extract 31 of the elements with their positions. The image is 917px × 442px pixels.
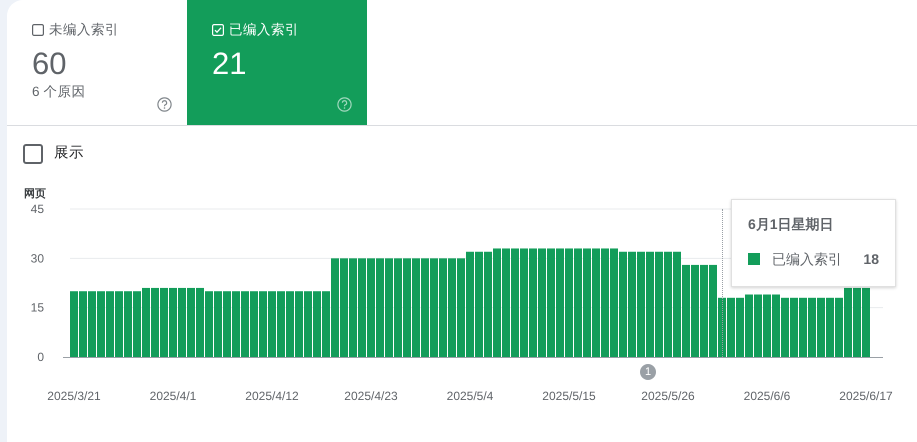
help-icon [157,97,172,112]
y-axis-label: 0 [37,350,44,364]
checkbox-icon [32,24,44,36]
x-axis-label: 2025/6/17 [839,388,893,403]
y-axis-label: 45 [30,202,44,216]
tab-count: 21 [212,47,246,81]
x-axis-label: 2025/5/4 [446,388,494,403]
tab-label: 未编入索引 [49,22,119,38]
y-axis-label: 15 [30,300,44,314]
x-axis-label: 2025/5/15 [542,388,596,403]
x-axis-label: 2025/3/21 [47,388,101,403]
x-axis-label: 2025/4/23 [344,388,398,403]
x-axis-label: 2025/4/1 [150,388,196,403]
x-axis-label: 2025/5/26 [641,388,695,403]
tooltip-title: 6月1日星期日 [748,214,835,234]
y-axis-label: 30 [30,251,44,266]
tab-count: 60 [32,47,66,81]
help-icon [337,97,352,112]
tab-subtitle: 6 个原因 [32,84,86,100]
tab[interactable]: 已编入索引 21 [187,0,367,125]
y-axis-title: 网页 [24,188,46,200]
tooltip-value: 18 [863,250,879,269]
x-axis-label: 2025/6/6 [744,388,790,403]
event-marker[interactable]: 1 [640,364,656,380]
checkbox[interactable] [23,144,43,164]
checkbox-label: 展示 [54,144,84,163]
checked-checkbox-icon [212,24,224,36]
tab[interactable]: 未编入索引 60 6 个原因 [7,0,187,125]
x-axis-label: 2025/4/12 [245,388,299,403]
tooltip-series: 已编入索引 [772,250,842,269]
tab-label: 已编入索引 [229,22,299,38]
